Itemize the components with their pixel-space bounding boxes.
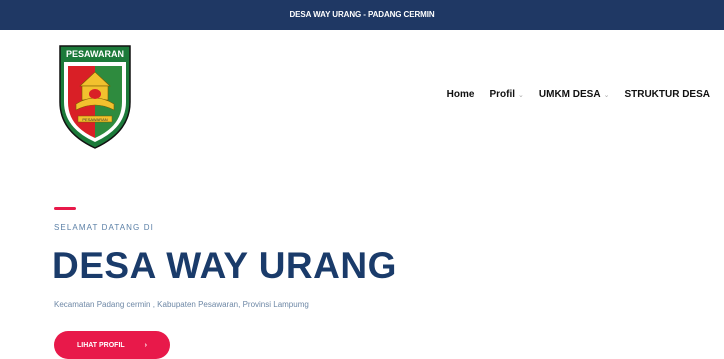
chevron-right-icon: › <box>144 341 148 349</box>
view-profile-button[interactable]: LIHAT PROFIL › <box>54 331 170 359</box>
logo-ribbon-text: PESAWARAN <box>82 117 107 122</box>
site-title: DESA WAY URANG - PADANG CERMIN <box>289 10 435 19</box>
logo-text: PESAWARAN <box>66 49 124 59</box>
nav-item-profil[interactable]: Profil ⌄ <box>489 89 523 100</box>
accent-divider <box>54 207 76 210</box>
top-banner: DESA WAY URANG - PADANG CERMIN <box>0 0 724 30</box>
main-navigation: Home Profil ⌄ UMKM DESA ⌄ STRUKTUR DESA <box>432 89 710 100</box>
button-label: LIHAT PROFIL <box>76 341 125 349</box>
pesawaran-emblem-logo[interactable]: PESAWARAN PESAWARAN <box>56 42 134 152</box>
chevron-down-icon: ⌄ <box>518 91 524 99</box>
chevron-down-icon: ⌄ <box>603 91 610 99</box>
nav-item-label: Home <box>446 89 475 100</box>
nav-item-label: Profil <box>489 89 516 100</box>
hero-title: DESA WAY URANG <box>52 245 397 286</box>
nav-item-label: STRUKTUR DESA <box>624 89 710 100</box>
nav-item-home[interactable]: Home <box>447 89 475 100</box>
nav-item-umkm-desa[interactable]: UMKM DESA ⌄ <box>539 89 610 100</box>
nav-item-struktur-desa[interactable]: STRUKTUR DESA <box>624 89 710 100</box>
hero-subtitle: Kecamatan Padang cermin , Kabupaten Pesa… <box>54 300 309 309</box>
hero-eyebrow: SELAMAT DATANG DI <box>54 223 154 232</box>
nav-item-label: UMKM DESA <box>538 89 601 100</box>
